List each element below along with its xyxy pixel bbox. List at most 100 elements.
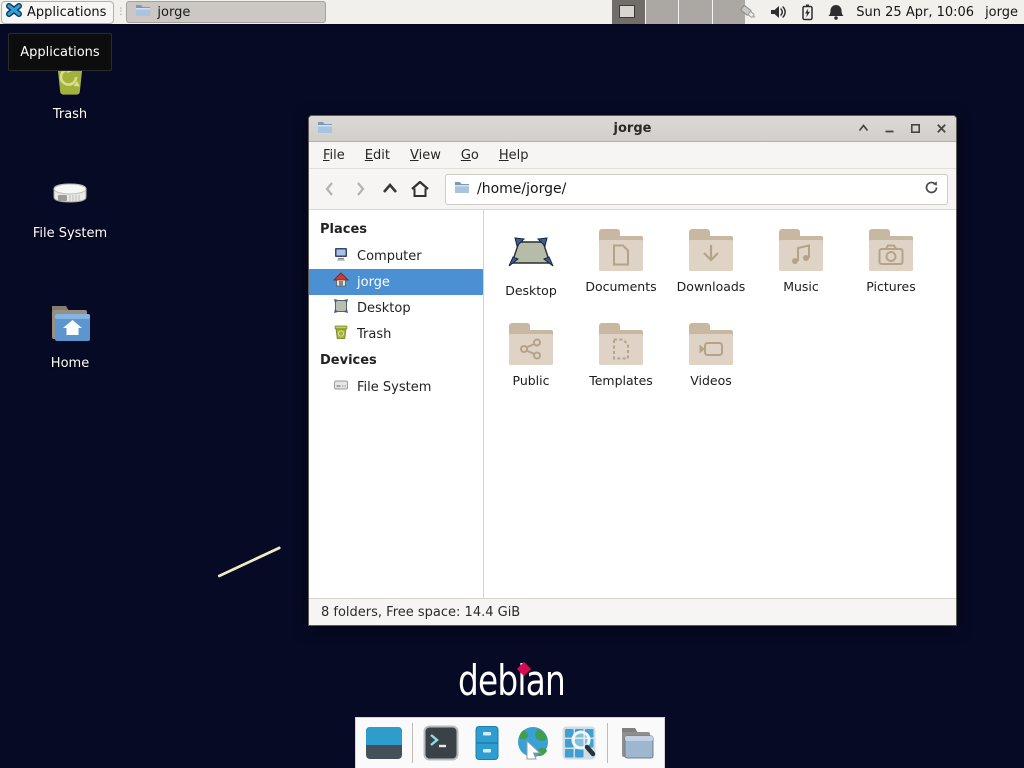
location-bar[interactable]: /home/jorge/ — [445, 174, 948, 205]
folder-icon — [135, 2, 151, 22]
sidebar-item-label: File System — [357, 380, 431, 395]
file-item-documents[interactable]: Documents — [577, 226, 665, 320]
sidebar-item-label: jorge — [357, 275, 390, 290]
location-path[interactable]: /home/jorge/ — [477, 181, 917, 197]
sidebar-item-trash[interactable]: Trash — [309, 321, 483, 347]
sidebar-item-desktop[interactable]: Desktop — [309, 295, 483, 321]
dock-separator — [412, 723, 413, 763]
notification-bell-tray-icon[interactable] — [827, 3, 845, 21]
bottom-dock — [355, 717, 665, 768]
app-finder-launcher[interactable] — [560, 724, 598, 762]
menu-view[interactable]: View — [400, 143, 451, 168]
file-item-label: Downloads — [677, 279, 746, 294]
music-folder-icon — [777, 226, 825, 274]
web-browser-launcher[interactable] — [514, 724, 552, 762]
close-window-button[interactable] — [934, 122, 948, 136]
dock-separator — [607, 723, 608, 763]
workspace-2[interactable] — [645, 0, 679, 24]
file-item-music[interactable]: Music — [757, 226, 845, 320]
file-item-pictures[interactable]: Pictures — [847, 226, 935, 320]
show-desktop-launcher[interactable] — [364, 724, 404, 762]
minimize-window-button[interactable] — [882, 122, 896, 136]
workspace-1[interactable] — [612, 0, 645, 24]
drawn-line-artifact — [217, 546, 281, 578]
xfce-logo-icon — [6, 2, 22, 22]
sidebar-item-computer[interactable]: Computer — [309, 243, 483, 269]
terminal-launcher[interactable] — [422, 724, 460, 762]
statusbar-text: 8 folders, Free space: 14.4 GiB — [321, 605, 520, 620]
computer-icon — [333, 246, 349, 266]
sidebar-devices-header: Devices — [309, 347, 483, 374]
applications-menu-label: Applications — [27, 5, 106, 20]
file-item-label: Templates — [589, 373, 653, 388]
sidebar-item-jorge[interactable]: jorge — [309, 269, 483, 295]
username-indicator[interactable]: jorge — [985, 5, 1018, 20]
menu-go[interactable]: Go — [451, 143, 489, 168]
sidebar-item-file-system[interactable]: File System — [309, 374, 483, 400]
forward-button[interactable] — [347, 176, 373, 202]
workspace-window-preview — [619, 5, 635, 18]
home-icon — [333, 272, 349, 292]
file-item-videos[interactable]: Videos — [667, 320, 755, 414]
window-folder-icon — [317, 119, 333, 139]
system-tray: Sun 25 Apr, 10:06 jorge — [738, 0, 1018, 24]
home-button[interactable] — [407, 176, 433, 202]
file-item-public[interactable]: Public — [487, 320, 575, 414]
menu-file[interactable]: File — [313, 143, 355, 168]
file-list[interactable]: Desktop Documents — [484, 210, 956, 598]
sidebar-places-header: Places — [309, 216, 483, 243]
hard-drive-icon — [46, 169, 94, 221]
desktop-special-icon — [507, 226, 555, 278]
desktop-icon-label: File System — [33, 226, 107, 241]
volume-tray-icon[interactable] — [769, 3, 787, 21]
debian-logo-text: debian — [458, 660, 565, 702]
taskbar-window-button[interactable]: jorge — [126, 1, 326, 23]
clock[interactable]: Sun 25 Apr, 10:06 — [856, 5, 974, 20]
back-button[interactable] — [317, 176, 343, 202]
battery-tray-icon[interactable] — [798, 3, 816, 21]
file-manager-launcher[interactable] — [616, 724, 656, 762]
videos-folder-icon — [687, 320, 735, 368]
sidebar-item-label: Computer — [357, 249, 422, 264]
menu-edit[interactable]: Edit — [355, 143, 400, 168]
panel-handle[interactable]: ⋮ — [116, 9, 123, 16]
reload-icon[interactable] — [924, 180, 939, 199]
pictures-folder-icon — [867, 226, 915, 274]
workspace-3[interactable] — [678, 0, 712, 24]
file-item-label: Desktop — [505, 283, 557, 298]
applications-menu-button[interactable]: Applications — [1, 1, 114, 24]
up-button[interactable] — [377, 176, 403, 202]
menu-help[interactable]: Help — [489, 143, 539, 168]
file-item-label: Pictures — [866, 279, 916, 294]
file-item-downloads[interactable]: Downloads — [667, 226, 755, 320]
statusbar: 8 folders, Free space: 14.4 GiB — [309, 598, 956, 625]
workspace-switcher[interactable] — [612, 0, 745, 24]
desktop-place-icon — [333, 298, 349, 318]
toolbar: /home/jorge/ — [309, 169, 956, 210]
debian-wallpaper-logo: debian — [458, 660, 658, 708]
shade-window-button[interactable] — [856, 122, 870, 136]
desktop-icon-home[interactable]: Home — [15, 299, 125, 371]
file-item-desktop[interactable]: Desktop — [487, 226, 575, 320]
top-panel: Applications ⋮ jorge — [0, 0, 1024, 26]
desktop-icon-file-system[interactable]: File System — [15, 169, 125, 241]
folder-icon — [454, 179, 470, 199]
downloads-folder-icon — [687, 226, 735, 274]
file-cabinet-launcher[interactable] — [468, 724, 506, 762]
drive-small-icon — [333, 377, 349, 397]
desktop-icon-label: Trash — [53, 107, 87, 122]
file-item-label: Videos — [690, 373, 732, 388]
trash-small-icon — [333, 324, 349, 344]
menubar: File Edit View Go Help — [309, 142, 956, 169]
maximize-window-button[interactable] — [908, 122, 922, 136]
stylus-tool-tray-icon[interactable] — [738, 3, 758, 21]
file-manager-window: jorge File Edit View Go Help — [308, 115, 957, 626]
window-titlebar[interactable]: jorge — [309, 116, 956, 142]
templates-folder-icon — [597, 320, 645, 368]
sidebar-item-label: Trash — [357, 327, 391, 342]
sidebar-item-label: Desktop — [357, 301, 411, 316]
public-folder-icon — [507, 320, 555, 368]
home-folder-icon — [46, 299, 94, 351]
file-item-templates[interactable]: Templates — [577, 320, 665, 414]
documents-folder-icon — [597, 226, 645, 274]
